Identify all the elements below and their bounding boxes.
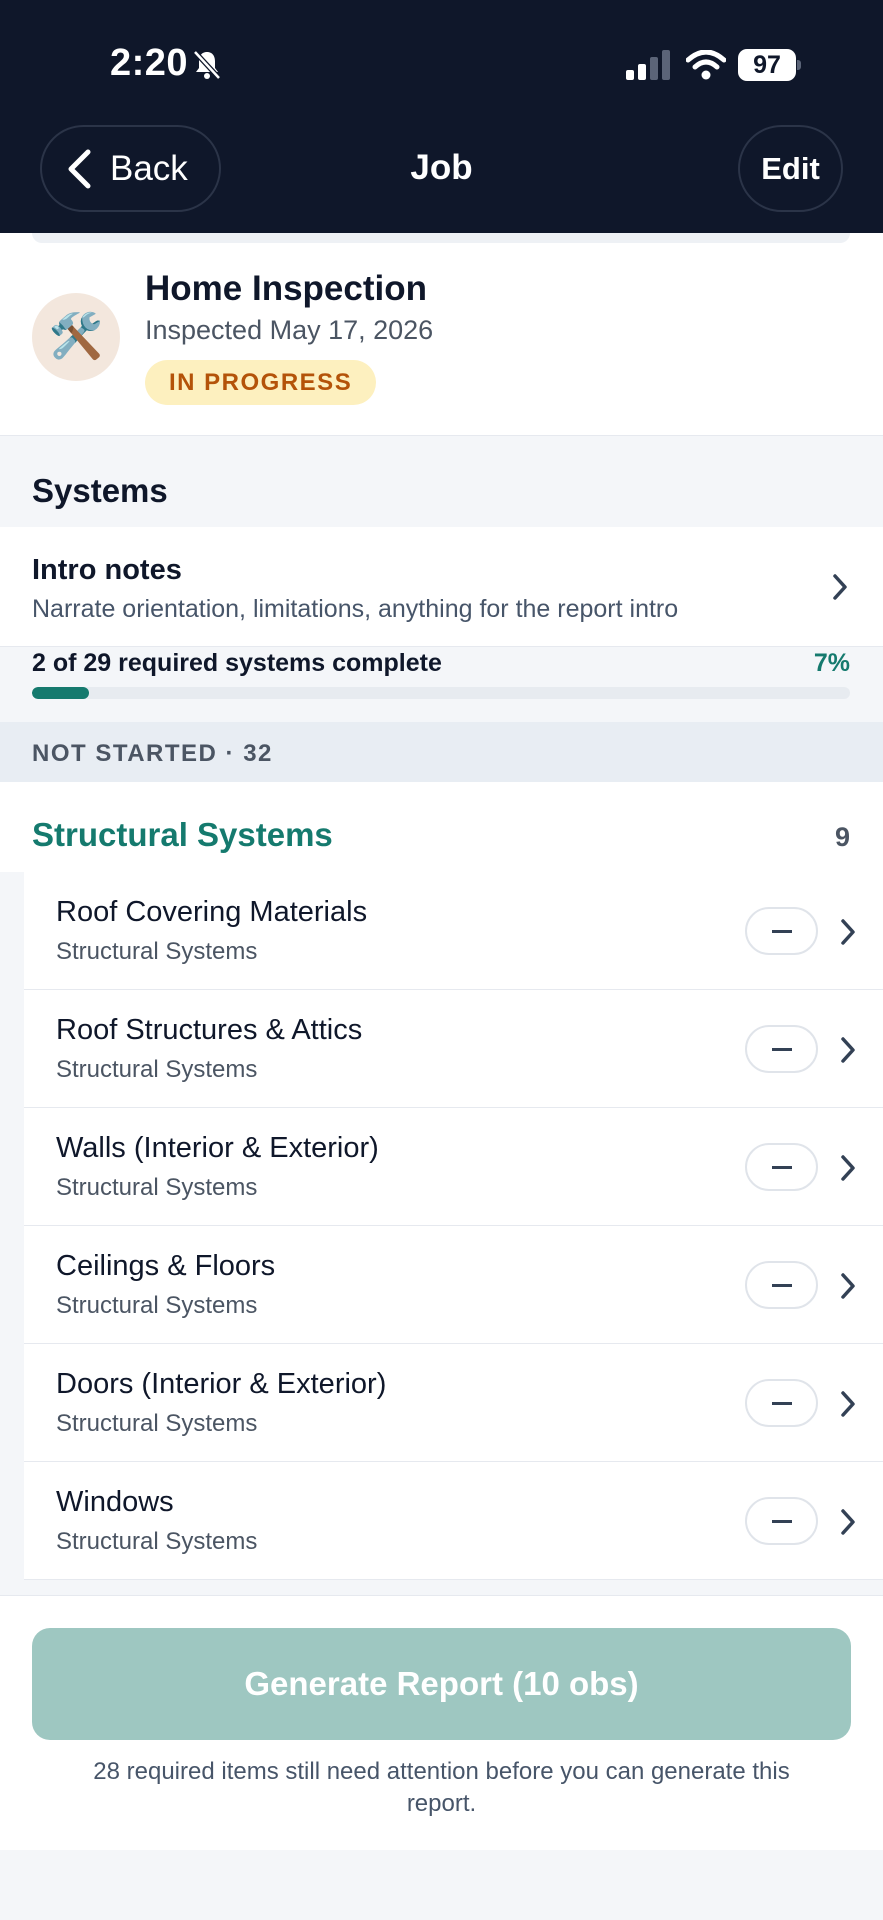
group-header-not-started: NOT STARTED · 32 <box>0 722 883 782</box>
list-item[interactable]: Walls (Interior & Exterior) Structural S… <box>24 1108 883 1226</box>
progress-label: 2 of 29 required systems complete <box>32 649 442 677</box>
item-subtitle: Structural Systems <box>56 1410 258 1437</box>
chevron-right-icon <box>841 1509 855 1535</box>
chevron-right-icon <box>841 919 855 945</box>
category-header[interactable]: Structural Systems 9 <box>0 782 883 872</box>
intro-notes-title: Intro notes <box>32 554 182 586</box>
item-title: Ceilings & Floors <box>56 1250 276 1282</box>
minus-icon <box>772 1284 792 1287</box>
list-item[interactable]: Roof Covering Materials Structural Syste… <box>24 872 883 990</box>
item-title: Doors (Interior & Exterior) <box>56 1368 387 1400</box>
status-badge: IN PROGRESS <box>145 360 377 405</box>
signal-icon <box>626 50 670 80</box>
list-item[interactable]: Ceilings & Floors Structural Systems <box>24 1226 883 1344</box>
progress-track <box>32 687 850 699</box>
minus-icon <box>772 930 792 933</box>
progress-fill <box>32 687 90 699</box>
battery-icon: 97 <box>738 49 802 81</box>
battery-level: 97 <box>738 49 796 81</box>
bell-slash-icon <box>193 50 221 80</box>
list-item[interactable]: Windows Structural Systems <box>24 1462 883 1580</box>
progress-percent: 7% <box>813 649 850 677</box>
group-label: NOT STARTED · 32 <box>32 740 273 767</box>
item-title: Roof Structures & Attics <box>56 1014 363 1046</box>
minus-icon <box>772 1402 792 1405</box>
chevron-right-icon <box>833 574 847 600</box>
footer-bar: Generate Report (10 obs) 28 required ite… <box>0 1595 883 1850</box>
generate-report-button[interactable]: Generate Report (10 obs) <box>32 1628 851 1740</box>
wifi-icon <box>686 50 726 80</box>
status-toggle[interactable] <box>745 1497 818 1545</box>
job-title: Home Inspection <box>145 269 427 308</box>
status-toggle[interactable] <box>745 1379 818 1427</box>
category-count: 9 <box>834 822 850 852</box>
item-subtitle: Structural Systems <box>56 1056 258 1083</box>
list-item[interactable]: Roof Structures & Attics Structural Syst… <box>24 990 883 1108</box>
intro-notes-subtitle: Narrate orientation, limitations, anythi… <box>32 595 679 623</box>
item-title: Walls (Interior & Exterior) <box>56 1132 379 1164</box>
category-title: Structural Systems <box>32 816 333 853</box>
status-toggle[interactable] <box>745 1261 818 1309</box>
systems-progress: 2 of 29 required systems complete 7% <box>0 647 883 722</box>
list-item[interactable]: Doors (Interior & Exterior) Structural S… <box>24 1344 883 1462</box>
top-bar: 2:20 97 Back Job Edit <box>0 0 883 233</box>
minus-icon <box>772 1048 792 1051</box>
item-subtitle: Structural Systems <box>56 938 258 965</box>
system-list: Roof Covering Materials Structural Syste… <box>0 872 883 1595</box>
status-bar: 2:20 97 <box>0 0 883 120</box>
chevron-right-icon <box>841 1155 855 1181</box>
status-toggle[interactable] <box>745 1025 818 1073</box>
generate-note: 28 required items still need attention b… <box>93 1758 790 1817</box>
item-title: Roof Covering Materials <box>56 896 368 928</box>
status-time: 2:20 <box>110 42 189 84</box>
chevron-right-icon <box>841 1037 855 1063</box>
tools-icon: 🛠️ <box>32 293 120 381</box>
item-subtitle: Structural Systems <box>56 1292 258 1319</box>
systems-heading: Systems <box>32 472 168 509</box>
status-toggle[interactable] <box>745 1143 818 1191</box>
item-subtitle: Structural Systems <box>56 1528 258 1555</box>
job-summary-card: 🛠️ Home Inspection Inspected May 17, 202… <box>0 233 883 436</box>
minus-icon <box>772 1520 792 1523</box>
minus-icon <box>772 1166 792 1169</box>
item-subtitle: Structural Systems <box>56 1174 258 1201</box>
status-toggle[interactable] <box>745 907 818 955</box>
chevron-right-icon <box>841 1391 855 1417</box>
item-title: Windows <box>56 1486 174 1518</box>
job-date: Inspected May 17, 2026 <box>145 315 434 345</box>
edit-button[interactable]: Edit <box>738 125 843 212</box>
chevron-right-icon <box>841 1273 855 1299</box>
intro-notes-row[interactable]: Intro notes Narrate orientation, limitat… <box>0 527 883 647</box>
